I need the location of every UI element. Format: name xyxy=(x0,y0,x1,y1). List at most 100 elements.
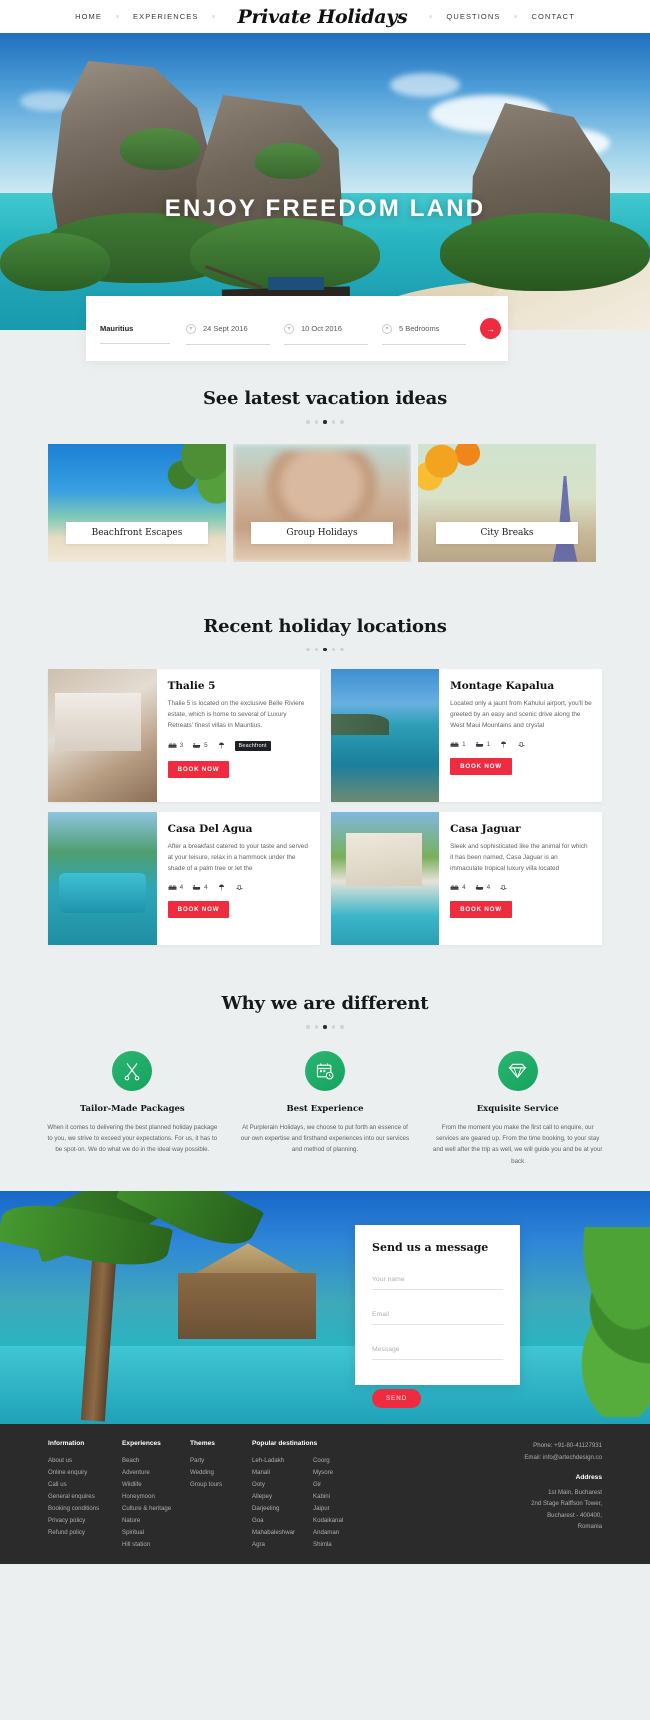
nav-item-home[interactable]: HOME xyxy=(61,12,116,21)
footer-link[interactable]: Agra xyxy=(252,1539,295,1551)
carousel-dot[interactable] xyxy=(340,1025,344,1029)
site-logo[interactable]: Private Holidays xyxy=(215,6,429,28)
idea-card[interactable]: Beachfront Escapes xyxy=(48,443,226,562)
footer-link[interactable]: Online enquiry xyxy=(48,1467,108,1479)
location-title: Montage Kapalua xyxy=(450,680,555,692)
footer-link[interactable]: Refund policy xyxy=(48,1527,108,1539)
footer-link[interactable]: Adventure xyxy=(122,1467,176,1479)
amenities-row: 4 4 xyxy=(450,884,592,891)
carousel-dot[interactable] xyxy=(306,1025,310,1029)
footer-link[interactable]: Darjeeling xyxy=(252,1503,295,1515)
amenity-bathrooms-value: 4 xyxy=(204,883,208,891)
amenities-row: 3 5 Beachfront xyxy=(168,740,310,751)
feature-item: Exquisite Service From the moment you ma… xyxy=(425,1050,610,1168)
footer-link[interactable]: Goa xyxy=(252,1515,295,1527)
location-card[interactable]: Casa Del Agua After a breakfast catered … xyxy=(48,812,320,945)
footer-link[interactable]: Kabini xyxy=(313,1491,343,1503)
bed-icon xyxy=(168,743,177,748)
hero-title: ENJOY FREEDOM LAND xyxy=(164,195,486,222)
footer-link[interactable]: Gir xyxy=(313,1479,343,1491)
footer-address-line: Romania xyxy=(577,1523,602,1531)
hero-banner: ENJOY FREEDOM LAND xyxy=(0,33,650,330)
footer-link[interactable]: Coorg xyxy=(313,1455,343,1467)
book-now-button[interactable]: BOOK NOW xyxy=(450,757,512,775)
footer-link[interactable]: Party xyxy=(190,1455,238,1467)
feature-item: Best Experience At Purplerain Holidays, … xyxy=(233,1050,418,1168)
message-input[interactable] xyxy=(372,1346,503,1361)
carousel-dot[interactable] xyxy=(306,420,310,424)
carousel-dot[interactable] xyxy=(306,647,310,651)
location-title: Casa Jaguar xyxy=(450,823,521,835)
amenity-bathrooms-value: 1 xyxy=(486,740,491,748)
book-now-button[interactable]: BOOK NOW xyxy=(167,900,230,918)
carousel-dot[interactable] xyxy=(314,1025,319,1029)
footer-link[interactable]: Ooty xyxy=(252,1479,295,1491)
book-now-button[interactable]: BOOK NOW xyxy=(450,900,512,918)
idea-card[interactable]: City Breaks xyxy=(418,443,596,562)
amenity-pool xyxy=(499,884,508,891)
calendar-icon: ▾ xyxy=(186,323,196,334)
footer-link[interactable]: Wedding xyxy=(190,1467,238,1479)
footer-link[interactable]: Leh-Ladakh xyxy=(252,1455,295,1467)
idea-image-group xyxy=(233,443,411,562)
nav-item-experiences[interactable]: EXPERIENCES xyxy=(119,12,212,21)
footer-link[interactable]: General enquires xyxy=(48,1491,108,1503)
amenity-bedrooms: 4 xyxy=(450,884,466,891)
email-input[interactable] xyxy=(372,1311,503,1326)
bedrooms-field[interactable]: ▾ 5 Bedrooms xyxy=(382,323,474,345)
section-title-features: Why we are different xyxy=(221,993,429,1014)
footer-link[interactable]: Allepey xyxy=(252,1491,295,1503)
footer-link[interactable]: Privacy policy xyxy=(48,1515,108,1527)
footer-link[interactable]: Manali xyxy=(252,1467,295,1479)
carousel-dot-active[interactable] xyxy=(323,1025,327,1029)
footer-link[interactable]: Wildlife xyxy=(122,1479,176,1491)
location-card-body: Thalie 5 Thalie 5 is located on the excl… xyxy=(157,669,320,802)
footer-link[interactable]: Beach xyxy=(122,1455,176,1467)
parasol-icon xyxy=(501,741,507,748)
footer-link[interactable]: Group tours xyxy=(190,1479,238,1491)
location-card[interactable]: Casa Jaguar Sleek and sophisticated like… xyxy=(330,812,602,945)
footer-link[interactable]: Mahabaleshwar xyxy=(252,1527,295,1539)
footer-link[interactable]: Honeymoon xyxy=(122,1491,176,1503)
section-title-locations: Recent holiday locations xyxy=(203,615,447,637)
footer-link[interactable]: Jaipur xyxy=(313,1503,343,1515)
footer-link[interactable]: Mysore xyxy=(313,1467,343,1479)
footer-link[interactable]: Culture & heritage xyxy=(122,1503,176,1515)
idea-card[interactable]: Group Holidays xyxy=(233,443,411,562)
location-card[interactable]: Montage Kapalua Located only a jaunt fro… xyxy=(330,669,602,802)
your-name-input[interactable] xyxy=(372,1276,503,1291)
footer-link[interactable]: Nature xyxy=(122,1515,176,1527)
carousel-dot[interactable] xyxy=(331,420,336,424)
footer-link[interactable]: Hill station xyxy=(122,1539,176,1551)
nav-item-questions[interactable]: QUESTIONS xyxy=(432,12,514,21)
footer-link[interactable]: Booking conditions xyxy=(48,1503,108,1515)
footer-address-line: Bucharest - 400400, xyxy=(547,1511,602,1519)
destination-value: Mauritius xyxy=(100,324,134,333)
amenity-beach xyxy=(217,742,226,749)
carousel-dot-active[interactable] xyxy=(323,647,327,651)
carousel-dot[interactable] xyxy=(331,1025,336,1029)
send-button[interactable]: SEND xyxy=(372,1389,422,1409)
carousel-dot[interactable] xyxy=(340,647,344,651)
checkin-field[interactable]: ▾ 24 Sept 2016 xyxy=(186,323,284,345)
destinations-col-1: Leh-Ladakh Manali Ooty Allepey Darjeelin… xyxy=(252,1455,295,1550)
footer-link[interactable]: Call us xyxy=(48,1479,108,1491)
footer-link[interactable]: Andaman xyxy=(313,1527,343,1539)
footer-link[interactable]: About us xyxy=(48,1455,108,1467)
carousel-dot-active[interactable] xyxy=(323,420,327,424)
nav-item-contact[interactable]: CONTACT xyxy=(517,12,588,21)
checkout-field[interactable]: ▾ 10 Oct 2016 xyxy=(284,323,382,345)
location-card[interactable]: Thalie 5 Thalie 5 is located on the excl… xyxy=(48,669,320,802)
carousel-dot[interactable] xyxy=(314,420,319,424)
footer-link[interactable]: Spiritual xyxy=(122,1527,176,1539)
book-now-button[interactable]: BOOK NOW xyxy=(167,760,230,778)
search-submit-button[interactable]: → xyxy=(480,318,501,339)
idea-image-beachfront xyxy=(48,443,226,562)
footer-link[interactable]: Kodaikanal xyxy=(313,1515,343,1527)
feature-description: At Purplerain Holidays, we choose to put… xyxy=(240,1123,410,1154)
feature-title: Exquisite Service xyxy=(476,1103,559,1114)
carousel-dot[interactable] xyxy=(340,420,344,424)
destination-field[interactable]: Mauritius xyxy=(100,324,186,344)
footer-link[interactable]: Shimla xyxy=(313,1539,343,1551)
field-underline xyxy=(382,343,466,345)
